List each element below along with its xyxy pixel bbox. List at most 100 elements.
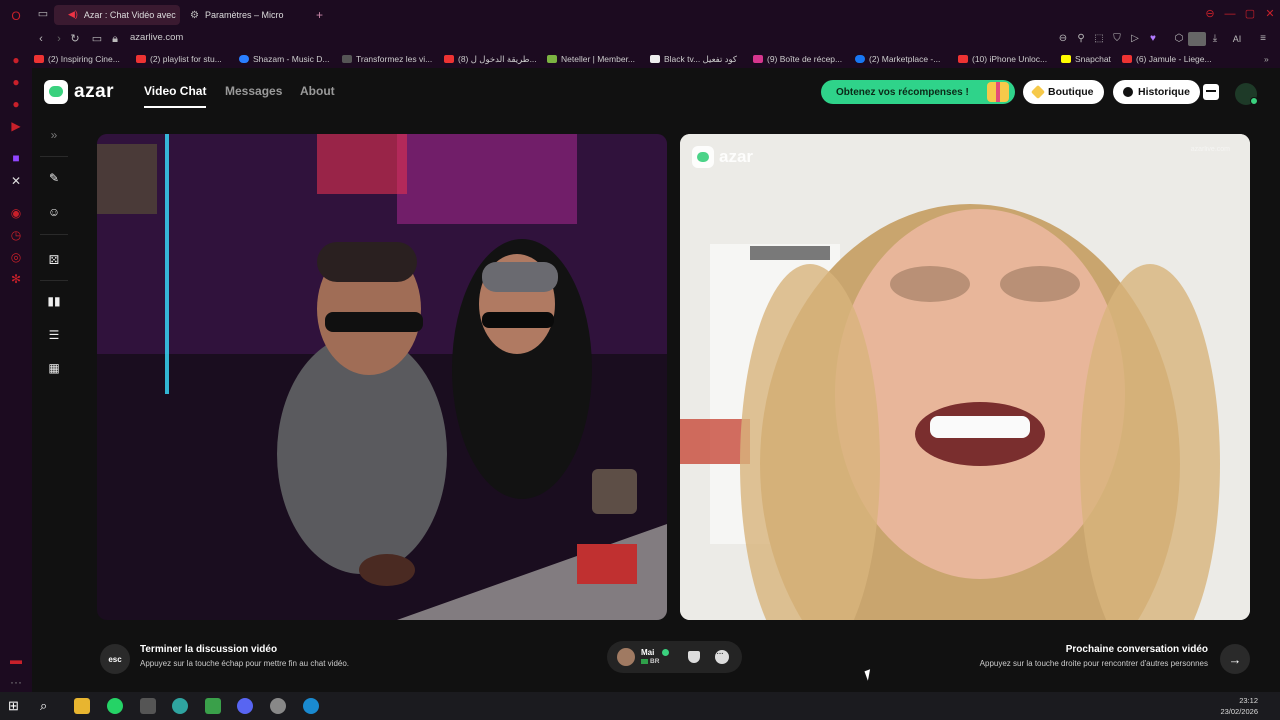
tab-settings[interactable]: ⚙ Paramètres – Micro (182, 5, 302, 25)
bookmark-item[interactable]: (8) طريقة الدخول ل... (444, 53, 537, 65)
diamond-icon (1030, 84, 1046, 100)
azar-logo[interactable]: azar (44, 80, 114, 104)
verified-badge-icon (662, 649, 669, 656)
opera-sidebar: O ● ● ● ▶ ■ ✕ ◉ ◷ ◎ ✻ ▬ ··· (0, 0, 32, 692)
zoom-icon[interactable]: ⊖ (1056, 32, 1070, 46)
search-icon[interactable]: ⌕ (40, 698, 56, 714)
app-icon[interactable] (172, 698, 188, 714)
discord-icon[interactable] (237, 698, 253, 714)
bookmarks-bar: (2) Inspiring Cine... (2) playlist for s… (32, 50, 1280, 68)
bookmark-item[interactable]: (2) Marketplace -... (855, 53, 940, 65)
nav-messages[interactable]: Messages (225, 84, 282, 98)
facebook-icon (855, 55, 865, 63)
tab-azar[interactable]: ◀) Azar : Chat Vidéo avec (54, 5, 180, 25)
profile-thumbnail-icon[interactable] (1188, 32, 1206, 46)
reload-icon[interactable]: ↻ (68, 32, 82, 46)
bookmark-item[interactable]: Neteller | Member... (547, 53, 635, 65)
x-icon[interactable]: ✕ (8, 173, 24, 189)
lock-icon: 🔒︎ (112, 33, 118, 45)
twitch-icon[interactable]: ■ (8, 150, 24, 166)
shield-vpn-icon[interactable]: ⛉ (1110, 32, 1124, 46)
bookmark-item[interactable]: (2) playlist for stu... (136, 53, 222, 65)
face-filter-icon[interactable]: ☺ (46, 204, 62, 220)
snapshot-icon[interactable]: ⬚ (1092, 32, 1106, 46)
windows-start-icon[interactable]: ⊞ (8, 698, 24, 714)
layout-grid-icon[interactable]: ▦ (46, 360, 62, 376)
back-icon[interactable]: ‹ (34, 32, 48, 46)
game-icon[interactable]: ⚄ (46, 252, 62, 268)
speaker-icon[interactable]: ◀) (68, 9, 78, 21)
nav-video-chat[interactable]: Video Chat (144, 84, 206, 98)
magic-wand-icon[interactable]: ✎ (46, 170, 62, 186)
sidebar-app-icon[interactable]: ▬ (8, 652, 24, 668)
end-chat-button[interactable]: esc (100, 644, 130, 674)
search-tabs-icon[interactable]: ⊖ (1204, 8, 1216, 20)
rail-divider (40, 156, 68, 157)
message-icon[interactable] (715, 648, 729, 664)
opera-logo-icon[interactable]: O (8, 8, 24, 24)
bookmark-item[interactable]: Snapchat (1061, 53, 1111, 65)
bookmark-item[interactable]: (2) Inspiring Cine... (34, 53, 120, 65)
close-icon[interactable]: ✕ (1264, 8, 1276, 20)
bookmark-item[interactable]: (9) Boîte de récep... (753, 53, 842, 65)
heart-icon[interactable]: ♥ (1146, 32, 1160, 46)
history-icon[interactable]: ◷ (8, 227, 24, 243)
pin-icon[interactable]: ⚲ (1074, 32, 1088, 46)
bookmark-item[interactable]: Transformez les vi... (342, 53, 432, 65)
report-shield-icon[interactable] (688, 651, 700, 663)
sidebar-app-icon[interactable]: ● (8, 96, 24, 112)
youtube-icon[interactable]: ▶ (8, 118, 24, 134)
maximize-icon[interactable]: ▢ (1244, 8, 1256, 20)
bookmarks-more-icon[interactable]: » (1264, 53, 1269, 65)
camera-icon[interactable]: ▭ (90, 32, 104, 46)
azar-logo-icon (44, 80, 68, 104)
my-video-panel (97, 134, 667, 620)
layout-stacked-icon[interactable]: ☰ (46, 327, 62, 343)
next-chat-button[interactable]: → (1220, 644, 1250, 674)
inbox-icon[interactable] (1203, 84, 1219, 100)
file-explorer-icon[interactable] (74, 698, 90, 714)
whatsapp-icon[interactable] (107, 698, 123, 714)
menu-icon[interactable]: ≡ (1256, 32, 1270, 46)
historique-button[interactable]: Historique (1113, 80, 1200, 104)
avatar[interactable] (1235, 83, 1258, 105)
clock-icon (1123, 87, 1133, 97)
sidebar-app-icon[interactable]: ● (8, 74, 24, 90)
next-chat-title: Prochaine conversation vidéo (1065, 644, 1208, 655)
rewards-button[interactable]: Obtenez vos récompenses ! (821, 80, 1015, 104)
minimize-icon[interactable]: — (1224, 8, 1236, 20)
new-tab-button[interactable]: + (308, 5, 328, 25)
edge-icon[interactable] (303, 698, 319, 714)
tab-bar: ▭ ◀) Azar : Chat Vidéo avec ⚙ Paramètres… (32, 0, 1280, 28)
extensions-icon[interactable]: ⬡ (1172, 32, 1186, 46)
url-field[interactable]: azarlive.com (130, 32, 183, 43)
app-icon[interactable] (270, 698, 286, 714)
sidebar-app-icon[interactable]: ◎ (8, 249, 24, 265)
site-icon (650, 55, 660, 63)
bookmark-item[interactable]: (6) Jamule - Liege... (1122, 53, 1212, 65)
bookmark-item[interactable]: (10) iPhone Unloc... (958, 53, 1047, 65)
sidebar-app-icon[interactable]: ● (8, 52, 24, 68)
more-icon[interactable]: ··· (8, 674, 24, 690)
sidebar-app-icon[interactable]: ◉ (8, 205, 24, 221)
system-clock[interactable]: 23:12 23/02/2026 (1220, 695, 1258, 717)
azar-logo-icon (692, 146, 714, 168)
expand-chevron-icon[interactable]: » (46, 127, 62, 143)
bookmark-item[interactable]: Black tv... كود تفعيل (650, 53, 737, 65)
partner-avatar[interactable] (617, 648, 635, 666)
boutique-button[interactable]: Boutique (1023, 80, 1104, 104)
forward-icon[interactable]: › (52, 32, 66, 46)
opera-gx-icon[interactable] (140, 698, 156, 714)
tab-menu-icon[interactable]: ▭ (36, 7, 50, 21)
nav-about[interactable]: About (300, 84, 335, 98)
gift-icon (987, 82, 1009, 102)
app-icon[interactable] (205, 698, 221, 714)
bookmark-item[interactable]: Shazam - Music D... (239, 53, 330, 65)
ai-button[interactable]: AI (1226, 32, 1248, 46)
play-icon[interactable]: ▷ (1128, 32, 1142, 46)
layout-side-by-side-icon[interactable]: ▮▮ (46, 293, 62, 309)
gear-icon: ⚙ (190, 9, 199, 21)
download-icon[interactable]: ⤓ (1208, 32, 1222, 46)
site-icon (342, 55, 352, 63)
settings-icon[interactable]: ✻ (8, 271, 24, 287)
